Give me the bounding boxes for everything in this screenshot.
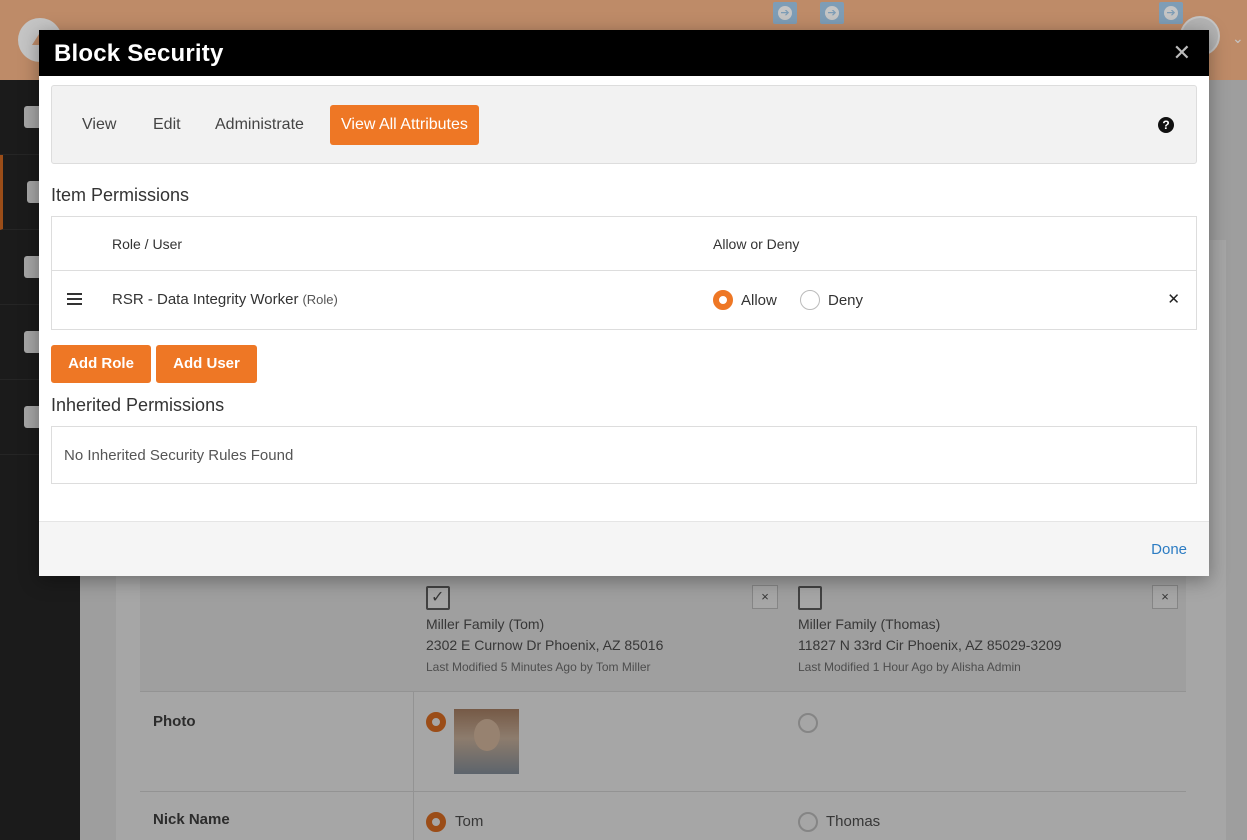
deny-label[interactable]: Deny	[828, 292, 863, 309]
question-circle-icon[interactable]: ?	[1158, 117, 1174, 133]
role-type: (Role)	[302, 292, 338, 307]
role-name: RSR - Data Integrity Worker (Role)	[112, 291, 338, 308]
inherited-permissions-title: Inherited Permissions	[51, 395, 225, 415]
drag-handle-icon[interactable]	[67, 293, 82, 305]
permissions-table: Role / User Allow or Deny RSR - Data Int…	[51, 216, 1197, 330]
remove-row-icon[interactable]: ✕	[1167, 290, 1180, 308]
permission-tabs: View Edit Administrate View All Attribut…	[51, 85, 1197, 164]
add-role-button[interactable]: Add Role	[51, 345, 151, 383]
deny-radio[interactable]	[800, 290, 820, 310]
tab-view[interactable]: View	[71, 105, 127, 145]
add-user-button[interactable]: Add User	[156, 345, 257, 383]
done-button[interactable]: Done	[1151, 541, 1187, 558]
tab-administrate[interactable]: Administrate	[204, 105, 315, 145]
tab-view-all-attributes[interactable]: View All Attributes	[330, 105, 479, 145]
close-icon[interactable]: ✕	[1173, 40, 1191, 66]
inherited-permissions-box: No Inherited Security Rules Found	[51, 426, 1197, 484]
role-name-text: RSR - Data Integrity Worker	[112, 291, 299, 308]
inherited-empty-message: No Inherited Security Rules Found	[64, 447, 294, 464]
column-header-role-user: Role / User	[112, 236, 183, 252]
modal-header: Block Security ✕	[39, 30, 1209, 76]
modal-title: Block Security	[54, 40, 224, 67]
block-security-modal: Block Security ✕ View Edit Administrate …	[39, 30, 1209, 576]
allow-label[interactable]: Allow	[741, 292, 777, 309]
table-header: Role / User Allow or Deny	[52, 217, 1196, 271]
item-permissions-title: Item Permissions	[51, 185, 190, 205]
tab-edit[interactable]: Edit	[142, 105, 192, 145]
allow-radio[interactable]	[713, 290, 733, 310]
modal-footer: Done	[39, 521, 1209, 576]
table-row: RSR - Data Integrity Worker (Role) Allow …	[52, 271, 1196, 329]
column-header-allow-deny: Allow or Deny	[713, 236, 800, 252]
